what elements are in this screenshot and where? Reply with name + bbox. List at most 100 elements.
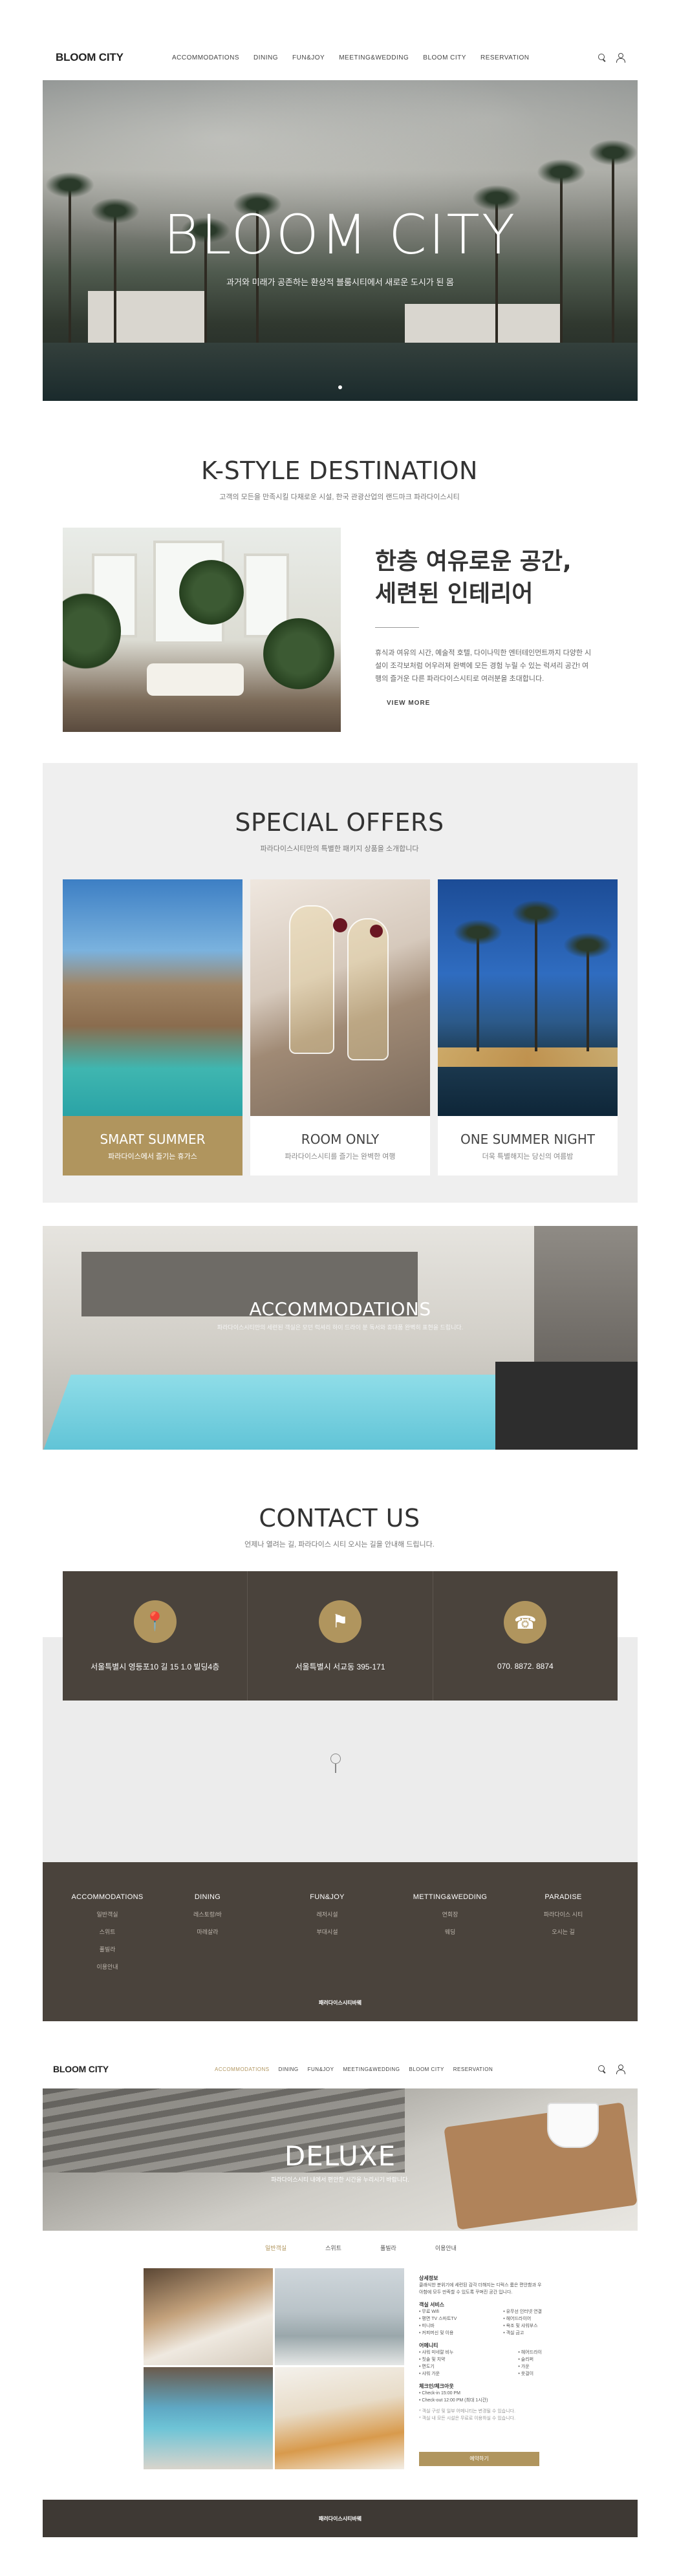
info-heading: 객실 서비스 <box>419 2302 445 2308</box>
room-tabs: 일반객실 스위트 풀빌라 이용안내 <box>265 2244 457 2252</box>
gallery-photo-bath[interactable] <box>144 2367 273 2469</box>
checkin-item: • Check-out 12:00 PM (최대 1시간) <box>419 2398 488 2403</box>
hero-subtitle: 과거와 미래가 공존하는 환상적 블룸시티에서 새로운 도시가 된 몸 <box>226 277 454 287</box>
loungers <box>495 1362 638 1450</box>
footer-link[interactable]: 풀빌라 <box>52 1945 162 1953</box>
location-icon: 📍 <box>133 1600 177 1643</box>
footer-link[interactable]: 스위트 <box>52 1927 162 1936</box>
nav-dining[interactable]: DINING <box>253 54 278 61</box>
offer-card[interactable]: ROOM ONLY 파라다이스시티를 즐기는 완벽한 여행 <box>250 879 430 1175</box>
footer-link[interactable]: 파라다이스 시티 <box>508 1910 618 1918</box>
kstyle-title: K-STYLE DESTINATION <box>201 456 478 485</box>
accommodations-subtitle: 파라다이스시티만의 세련된 객실은 모던 럭셔리 하이 드라이 분 독서와 휴대… <box>217 1324 464 1331</box>
info-text: 클래식한 분위기에 세련된 감각 더해지는 디럭스 룸은 편안함과 우아함에 모… <box>419 2283 542 2295</box>
tab-guide[interactable]: 이용안내 <box>435 2244 457 2252</box>
phone-icon: ☎ <box>504 1601 547 1644</box>
kstyle-heading-line1: 한층 여유로운 공간, <box>375 548 572 575</box>
deluxe-title: DELUXE <box>284 2140 396 2172</box>
nav-reservation[interactable]: RESERVATION <box>453 2066 493 2072</box>
footer-link[interactable]: 오시는 길 <box>508 1927 618 1936</box>
offer-photo-night-pool <box>438 879 618 1116</box>
footer-heading[interactable]: ACCOMMODATIONS <box>52 1893 162 1901</box>
plant <box>179 560 244 625</box>
nav-bloom-city[interactable]: BLOOM CITY <box>409 2066 444 2072</box>
site-logo[interactable]: BLOOM CITY <box>56 51 172 64</box>
amenity-item: • 헤어드라이 <box>518 2350 542 2355</box>
footer-column: METTING&WEDDING 연회장 웨딩 <box>395 1893 505 1936</box>
plant <box>263 618 334 689</box>
nav-meeting-wedding[interactable]: MEETING&WEDDING <box>339 54 409 61</box>
champagne-glass <box>289 905 334 1054</box>
gallery-photo-room[interactable] <box>144 2268 273 2365</box>
deluxe-subtitle: 파라다이스시티 내에서 편안한 시간을 누리시기 바랍니다. <box>271 2176 409 2183</box>
footer-link[interactable]: 마레살라 <box>153 1927 263 1936</box>
stone-wall <box>534 1226 638 1362</box>
offer-caption: ONE SUMMER NIGHT 더욱 특별해지는 당신의 여름밤 <box>438 1116 618 1175</box>
nav-fun-joy[interactable]: FUN&JOY <box>292 54 325 61</box>
nav-accommodations[interactable]: ACCOMMODATIONS <box>172 54 239 61</box>
accommodations-banner[interactable]: ACCOMMODATIONS 파라다이스시티만의 세련된 객실은 모던 럭셔리 … <box>43 1226 638 1450</box>
hero-title: BLOOM CITY <box>163 203 517 266</box>
tab-standard[interactable]: 일반객실 <box>265 2244 286 2252</box>
amenity-list: • 샤워 미네랄 비누 • 칫솔 및 치약 • 면도기 • 샤워 가운 • 헤어… <box>419 2349 542 2377</box>
footer-heading[interactable]: DINING <box>153 1893 263 1901</box>
contact-text[interactable]: 070. 8872. 8874 <box>497 1662 554 1671</box>
gallery-photo-balcony[interactable] <box>275 2268 404 2365</box>
info-note: * 객실 구성 및 일부 어메니티는 변경될 수 있습니다. <box>419 2409 516 2414</box>
flag-icon: ⚑ <box>318 1600 361 1643</box>
champagne-glass <box>347 918 389 1060</box>
nav-reservation[interactable]: RESERVATION <box>480 54 530 61</box>
offers-subtitle: 파라다이스시티만의 특별한 패키지 상품을 소개합니다 <box>260 845 419 853</box>
nav-accommodations[interactable]: ACCOMMODATIONS <box>215 2066 270 2072</box>
tab-suite[interactable]: 스위트 <box>325 2244 341 2252</box>
service-item: • 평면 TV 스마트TV <box>419 2317 457 2321</box>
nav-dining[interactable]: DINING <box>279 2066 299 2072</box>
footer-link[interactable]: 레저시설 <box>272 1910 382 1918</box>
amenity-item: • 샤워 미네랄 비누 <box>419 2350 454 2355</box>
hero-pool <box>43 343 638 401</box>
main-nav: ACCOMMODATIONS DINING FUN&JOY MEETING&WE… <box>172 54 529 61</box>
footer-link[interactable]: 웨딩 <box>395 1927 505 1936</box>
tab-pool-villa[interactable]: 풀빌라 <box>380 2244 396 2252</box>
search-icon[interactable] <box>598 2065 607 2074</box>
service-item: • 유무선 인터넷 연결 <box>503 2310 542 2314</box>
service-item: • 객실 금고 <box>503 2331 524 2335</box>
search-icon[interactable] <box>598 53 607 62</box>
offer-title: ROOM ONLY <box>301 1132 380 1147</box>
map-pin-icon[interactable] <box>330 1754 341 1773</box>
site-logo[interactable]: BLOOM CITY <box>53 2064 215 2074</box>
contact-text: 서울특별시 서교동 395-171 <box>295 1662 385 1671</box>
footer-heading[interactable]: PARADISE <box>508 1893 618 1901</box>
slider-dot[interactable] <box>338 385 342 389</box>
gallery-photo-breakfast[interactable] <box>275 2367 404 2469</box>
user-icon[interactable] <box>616 53 625 63</box>
footer-link[interactable]: 부대시설 <box>272 1927 382 1936</box>
contact-title: CONTACT US <box>259 1504 420 1532</box>
site-footer: ACCOMMODATIONS 일반객실 스위트 풀빌라 이용안내 DINING … <box>43 1862 638 2021</box>
offer-card[interactable]: SMART SUMMER 파라다이스에서 즐기는 휴가스 <box>63 879 242 1175</box>
nav-bloom-city[interactable]: BLOOM CITY <box>423 54 466 61</box>
kstyle-subtitle: 고객의 모든을 만족시킬 다채로운 시설, 한국 관광산업의 랜드마크 파라다이… <box>219 493 460 501</box>
strawberry <box>370 925 383 938</box>
footer-link[interactable]: 일반객실 <box>52 1910 162 1918</box>
footer-link[interactable]: 레스토랑/바 <box>153 1910 263 1918</box>
footer-column: ACCOMMODATIONS 일반객실 스위트 풀빌라 이용안내 <box>52 1893 162 1971</box>
nav-meeting-wedding[interactable]: MEETING&WEDDING <box>343 2066 400 2072</box>
offer-photo-bungalow <box>63 879 242 1116</box>
hero-building <box>88 291 204 343</box>
footer-heading[interactable]: FUN&JOY <box>272 1893 382 1901</box>
header-icons <box>598 2065 625 2074</box>
offer-title: SMART SUMMER <box>100 1132 206 1147</box>
amenity-item: • 칫솔 및 치약 <box>419 2357 446 2362</box>
service-item: • 커피머신 및 이용 <box>419 2331 454 2335</box>
book-button[interactable]: 예약하기 <box>419 2452 539 2466</box>
footer-heading[interactable]: METTING&WEDDING <box>395 1893 505 1901</box>
user-icon[interactable] <box>616 2065 625 2074</box>
view-more-link[interactable]: VIEW MORE <box>387 700 430 707</box>
nav-fun-joy[interactable]: FUN&JOY <box>308 2066 334 2072</box>
footer-link[interactable]: 연회장 <box>395 1910 505 1918</box>
hero-building <box>405 304 560 343</box>
footer-link[interactable]: 이용안내 <box>52 1962 162 1971</box>
deluxe-banner: DELUXE 파라다이스시티 내에서 편안한 시간을 누리시기 바랍니다. <box>43 2088 638 2231</box>
offer-card[interactable]: ONE SUMMER NIGHT 더욱 특별해지는 당신의 여름밤 <box>438 879 618 1175</box>
